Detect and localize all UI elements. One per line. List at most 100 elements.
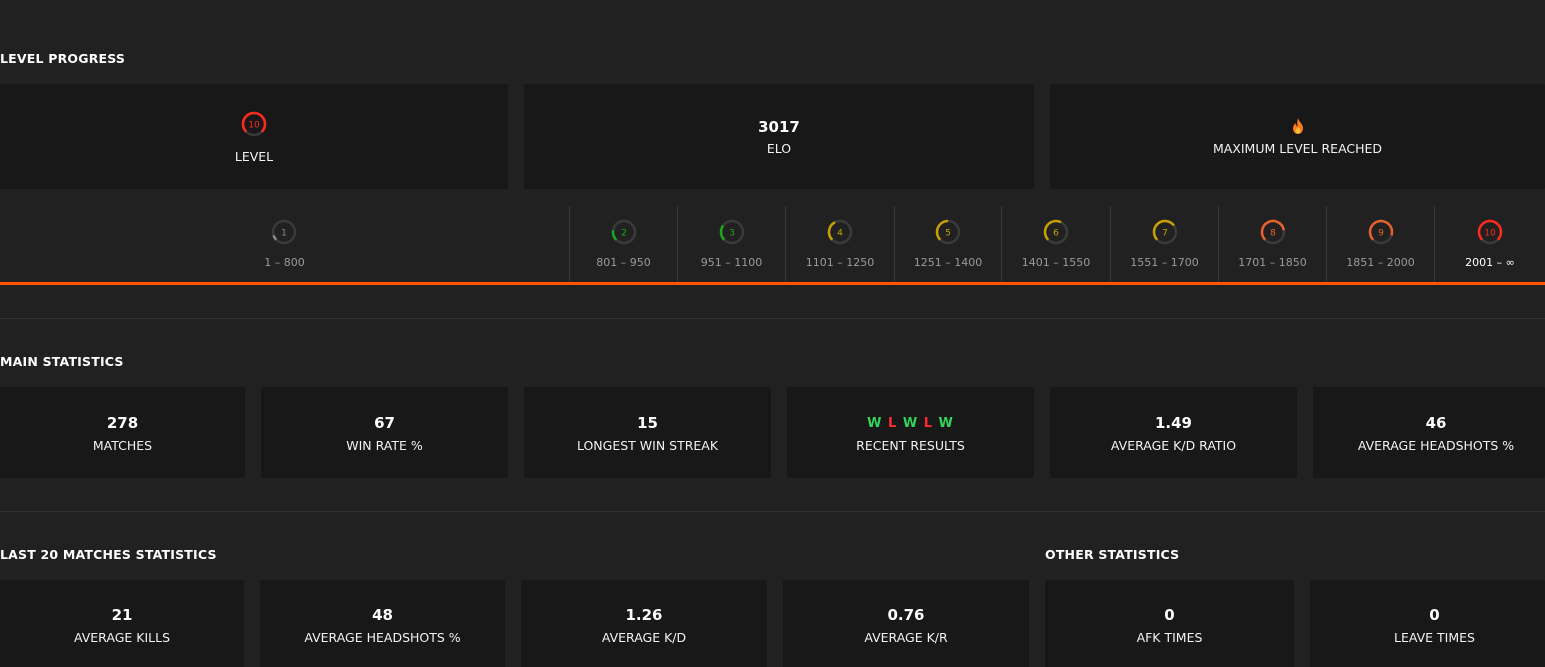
level-10-icon: 10: [240, 110, 268, 138]
recent-results-list: W L W L W: [787, 416, 1034, 431]
fire-icon: [1291, 118, 1305, 138]
divider: [0, 318, 1545, 319]
avg-kd-ratio-label: AVERAGE K/D RATIO: [1110, 438, 1237, 453]
svg-text:8: 8: [1270, 229, 1276, 239]
svg-text:1: 1: [281, 229, 287, 239]
matches-card: 278 MATCHES: [0, 387, 245, 478]
level-range: 1851 – 2000: [1346, 256, 1415, 269]
level-range: 801 – 950: [596, 256, 651, 269]
elo-card: 3017 ELO: [524, 84, 1034, 189]
level-7-icon: 7: [1151, 218, 1179, 246]
level-scale: 1 1 – 800 2 801 – 950 3 951 – 1100 4 1101 – 125…: [0, 206, 1545, 284]
result-win: W: [938, 416, 954, 431]
leave-times-value: 0: [1429, 606, 1440, 624]
level-progress-title: LEVEL PROGRESS: [0, 51, 126, 66]
other-statistics-title: OTHER STATISTICS: [1045, 547, 1180, 562]
avg-headshots-card: 46 AVERAGE HEADSHOTS %: [1313, 387, 1545, 478]
avg-kills-card: 21 AVERAGE KILLS: [0, 580, 244, 667]
avg-kd-ratio-card: 1.49 AVERAGE K/D RATIO: [1050, 387, 1297, 478]
last20-avg-headshots-value: 48: [372, 606, 393, 624]
level-range: 1701 – 1850: [1238, 256, 1307, 269]
avg-kd-ratio-value: 1.49: [1154, 414, 1192, 432]
recent-results-card: W L W L W RECENT RESULTS: [787, 387, 1034, 478]
longest-win-streak-value: 15: [637, 414, 658, 432]
level-progress-bar: [0, 282, 1545, 285]
stats-page: LEVEL PROGRESS 10 LEVEL 3017 ELO MAXIMUM…: [0, 0, 1545, 667]
elo-value: 3017: [758, 118, 800, 136]
level-6-icon: 6: [1042, 218, 1070, 246]
win-rate-card: 67 WIN RATE %: [261, 387, 508, 478]
level-scale-item-10: 10 2001 – ∞: [1434, 206, 1545, 282]
avg-kr-label: AVERAGE K/R: [864, 630, 948, 645]
level-2-icon: 2: [610, 218, 638, 246]
level-9-icon: 9: [1367, 218, 1395, 246]
level-range: 1251 – 1400: [913, 256, 983, 269]
avg-kills-label: AVERAGE KILLS: [73, 630, 170, 645]
svg-text:5: 5: [945, 229, 951, 239]
result-win: W: [867, 416, 883, 431]
result-loss: L: [888, 416, 898, 431]
last20-avg-headshots-label: AVERAGE HEADSHOTS %: [304, 630, 461, 645]
max-level-label: MAXIMUM LEVEL REACHED: [1212, 141, 1383, 156]
level-range: 2001 – ∞: [1465, 256, 1515, 269]
avg-kr-value: 0.76: [887, 606, 925, 624]
recent-results-label: RECENT RESULTS: [856, 438, 965, 453]
level-range: 1 – 800: [264, 256, 305, 269]
level-scale-item-1: 1 1 – 800: [0, 206, 569, 282]
svg-text:3: 3: [729, 229, 735, 239]
level-scale-item-3: 3 951 – 1100: [677, 206, 785, 282]
longest-win-streak-label: LONGEST WIN STREAK: [576, 438, 719, 453]
svg-text:6: 6: [1053, 229, 1059, 239]
level-4-icon: 4: [826, 218, 854, 246]
level-scale-item-6: 6 1401 – 1550: [1001, 206, 1110, 282]
longest-win-streak-card: 15 LONGEST WIN STREAK: [524, 387, 771, 478]
afk-times-value: 0: [1164, 606, 1175, 624]
result-loss: L: [923, 416, 933, 431]
divider: [0, 511, 1545, 512]
leave-times-label: LEAVE TIMES: [1394, 630, 1475, 645]
level-1-icon: 1: [270, 218, 298, 246]
level-range: 1401 – 1550: [1021, 256, 1091, 269]
level-label: LEVEL: [234, 149, 274, 164]
svg-text:7: 7: [1162, 229, 1168, 239]
level-scale-item-9: 9 1851 – 2000: [1326, 206, 1434, 282]
leave-times-card: 0 LEAVE TIMES: [1310, 580, 1545, 667]
avg-headshots-value: 46: [1425, 414, 1447, 432]
level-scale-item-8: 8 1701 – 1850: [1218, 206, 1326, 282]
max-level-card: MAXIMUM LEVEL REACHED: [1050, 84, 1545, 189]
level-range: 951 – 1100: [700, 256, 763, 269]
level-10-icon: 10: [1476, 218, 1504, 246]
avg-kills-value: 21: [111, 606, 133, 624]
svg-text:9: 9: [1378, 229, 1384, 239]
level-card: 10 LEVEL: [0, 84, 508, 189]
matches-value: 278: [106, 414, 139, 432]
avg-kd-card: 1.26 AVERAGE K/D: [521, 580, 767, 667]
elo-label: ELO: [766, 141, 792, 156]
level-scale-item-4: 4 1101 – 1250: [785, 206, 894, 282]
level-5-icon: 5: [934, 218, 962, 246]
level-scale-item-5: 5 1251 – 1400: [894, 206, 1001, 282]
avg-headshots-label: AVERAGE HEADSHOTS %: [1357, 438, 1515, 453]
avg-kr-card: 0.76 AVERAGE K/R: [783, 580, 1029, 667]
afk-times-card: 0 AFK TIMES: [1045, 580, 1294, 667]
last20-title: LAST 20 MATCHES STATISTICS: [0, 547, 217, 562]
win-rate-label: WIN RATE %: [346, 438, 423, 453]
level-range: 1551 – 1700: [1130, 256, 1199, 269]
svg-text:10: 10: [1484, 229, 1496, 239]
last20-avg-headshots-card: 48 AVERAGE HEADSHOTS %: [260, 580, 505, 667]
level-8-icon: 8: [1259, 218, 1287, 246]
afk-times-label: AFK TIMES: [1136, 630, 1203, 645]
svg-text:10: 10: [248, 121, 260, 131]
svg-text:2: 2: [621, 229, 627, 239]
level-range: 1101 – 1250: [805, 256, 875, 269]
level-scale-item-2: 2 801 – 950: [569, 206, 677, 282]
svg-text:4: 4: [837, 229, 843, 239]
avg-kd-label: AVERAGE K/D: [601, 630, 687, 645]
win-rate-value: 67: [374, 414, 395, 432]
result-win: W: [902, 416, 919, 431]
level-scale-item-7: 7 1551 – 1700: [1110, 206, 1218, 282]
matches-label: MATCHES: [92, 438, 153, 453]
level-3-icon: 3: [718, 218, 746, 246]
avg-kd-value: 1.26: [625, 606, 663, 624]
main-statistics-title: MAIN STATISTICS: [0, 354, 124, 369]
